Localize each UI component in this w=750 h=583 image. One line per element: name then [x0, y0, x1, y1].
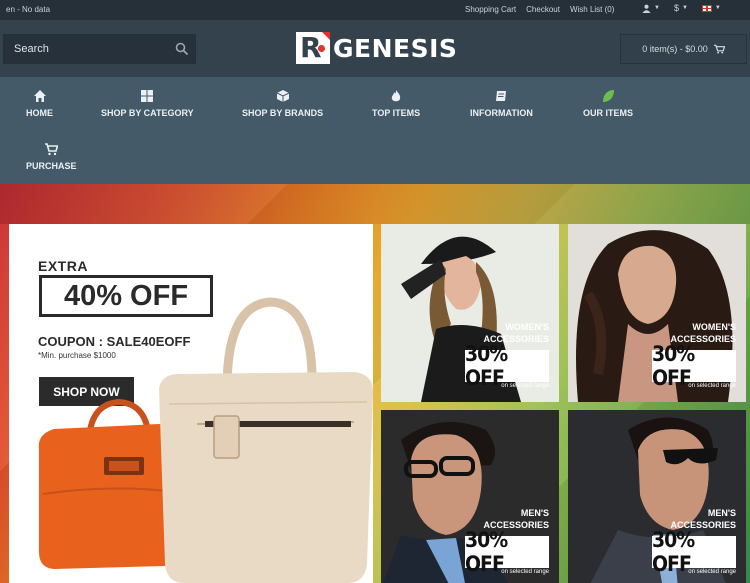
- chevron-down-icon: ▼: [654, 5, 660, 11]
- logo-corner: [322, 32, 330, 40]
- top-controls: ▼ $ ▼ ▼: [642, 3, 721, 13]
- language-selector[interactable]: en - No data: [6, 5, 50, 14]
- tile-note: on selected range: [688, 383, 736, 389]
- top-links: Shopping Cart Checkout Wish List (0): [465, 5, 614, 14]
- tile-discount: 30% OFF: [652, 528, 736, 576]
- cart-icon: [45, 143, 59, 156]
- nav-item-purchase[interactable]: PURCHASE: [26, 142, 77, 171]
- cart-button[interactable]: 0 item(s) - $0.00: [620, 34, 747, 64]
- womens-accessories-tile-2[interactable]: WOMEN'S ACCESSORIES 30% OFF on selected …: [568, 224, 746, 402]
- chevron-down-icon: ▼: [681, 5, 688, 11]
- checkout-link[interactable]: Checkout: [526, 5, 560, 14]
- nav-item-shop-by-brands[interactable]: SHOP BY BRANDS: [242, 89, 323, 118]
- nav-item-our-items[interactable]: OUR ITEMS: [583, 89, 633, 118]
- shopping-cart-link[interactable]: Shopping Cart: [465, 5, 516, 14]
- cart-summary: 0 item(s) - $0.00: [642, 44, 708, 54]
- tile-note: on selected range: [501, 569, 549, 575]
- promo-extra: EXTRA: [38, 258, 88, 274]
- site-logo[interactable]: R GENESIS: [296, 31, 457, 65]
- logo-mark: R: [296, 32, 330, 64]
- logo-text: GENESIS: [333, 33, 458, 63]
- tile-discount: 30% OFF: [465, 342, 549, 390]
- wish-list-link[interactable]: Wish List (0): [570, 5, 614, 14]
- tile-note: on selected range: [501, 383, 549, 389]
- cube-icon: [276, 90, 289, 102]
- uk-flag-icon: [701, 4, 712, 12]
- flag-dropdown[interactable]: ▼: [701, 4, 721, 12]
- tile-discount: 30% OFF: [465, 528, 549, 576]
- handbags-image: [38, 297, 373, 583]
- mens-accessories-tile-1[interactable]: MEN'S ACCESSORIES 30% OFF on selected ra…: [381, 410, 559, 583]
- fire-icon: [391, 90, 401, 102]
- currency-dropdown[interactable]: $ ▼: [674, 3, 688, 13]
- mens-accessories-tile-2[interactable]: MEN'S ACCESSORIES 30% OFF on selected ra…: [568, 410, 746, 583]
- logo-dot: [318, 45, 325, 52]
- cart-icon: [713, 44, 725, 54]
- grid-icon: [141, 90, 154, 102]
- tile-discount: 30% OFF: [652, 342, 736, 390]
- user-icon: [642, 4, 651, 13]
- top-bar: en - No data Shopping Cart Checkout Wish…: [0, 0, 750, 20]
- currency-symbol: $: [673, 3, 679, 13]
- search-box: [3, 34, 196, 64]
- nav-item-home[interactable]: HOME: [26, 89, 53, 118]
- search-input[interactable]: [4, 35, 169, 63]
- header: R GENESIS 0 item(s) - $0.00: [0, 20, 750, 77]
- nav-item-shop-by-category[interactable]: SHOP BY CATEGORY: [101, 89, 194, 118]
- main-nav: HOME SHOP BY CATEGORY SHOP BY BRANDS TOP…: [0, 77, 750, 184]
- search-icon[interactable]: [175, 42, 189, 56]
- leaf-icon: [603, 90, 614, 102]
- tile-note: on selected range: [688, 569, 736, 575]
- chevron-down-icon: ▼: [714, 5, 721, 11]
- home-icon: [33, 90, 46, 102]
- nav-item-information[interactable]: INFORMATION: [470, 89, 533, 118]
- book-icon: [496, 91, 507, 101]
- promo-banner[interactable]: EXTRA 40% OFF COUPON : SALE40EOFF *Min. …: [9, 224, 373, 583]
- nav-item-top-items[interactable]: TOP ITEMS: [372, 89, 420, 118]
- womens-accessories-tile-1[interactable]: WOMEN'S ACCESSORIES 30% OFF on selected …: [381, 224, 559, 402]
- account-dropdown[interactable]: ▼: [642, 4, 660, 13]
- hero-overlay: [0, 184, 750, 224]
